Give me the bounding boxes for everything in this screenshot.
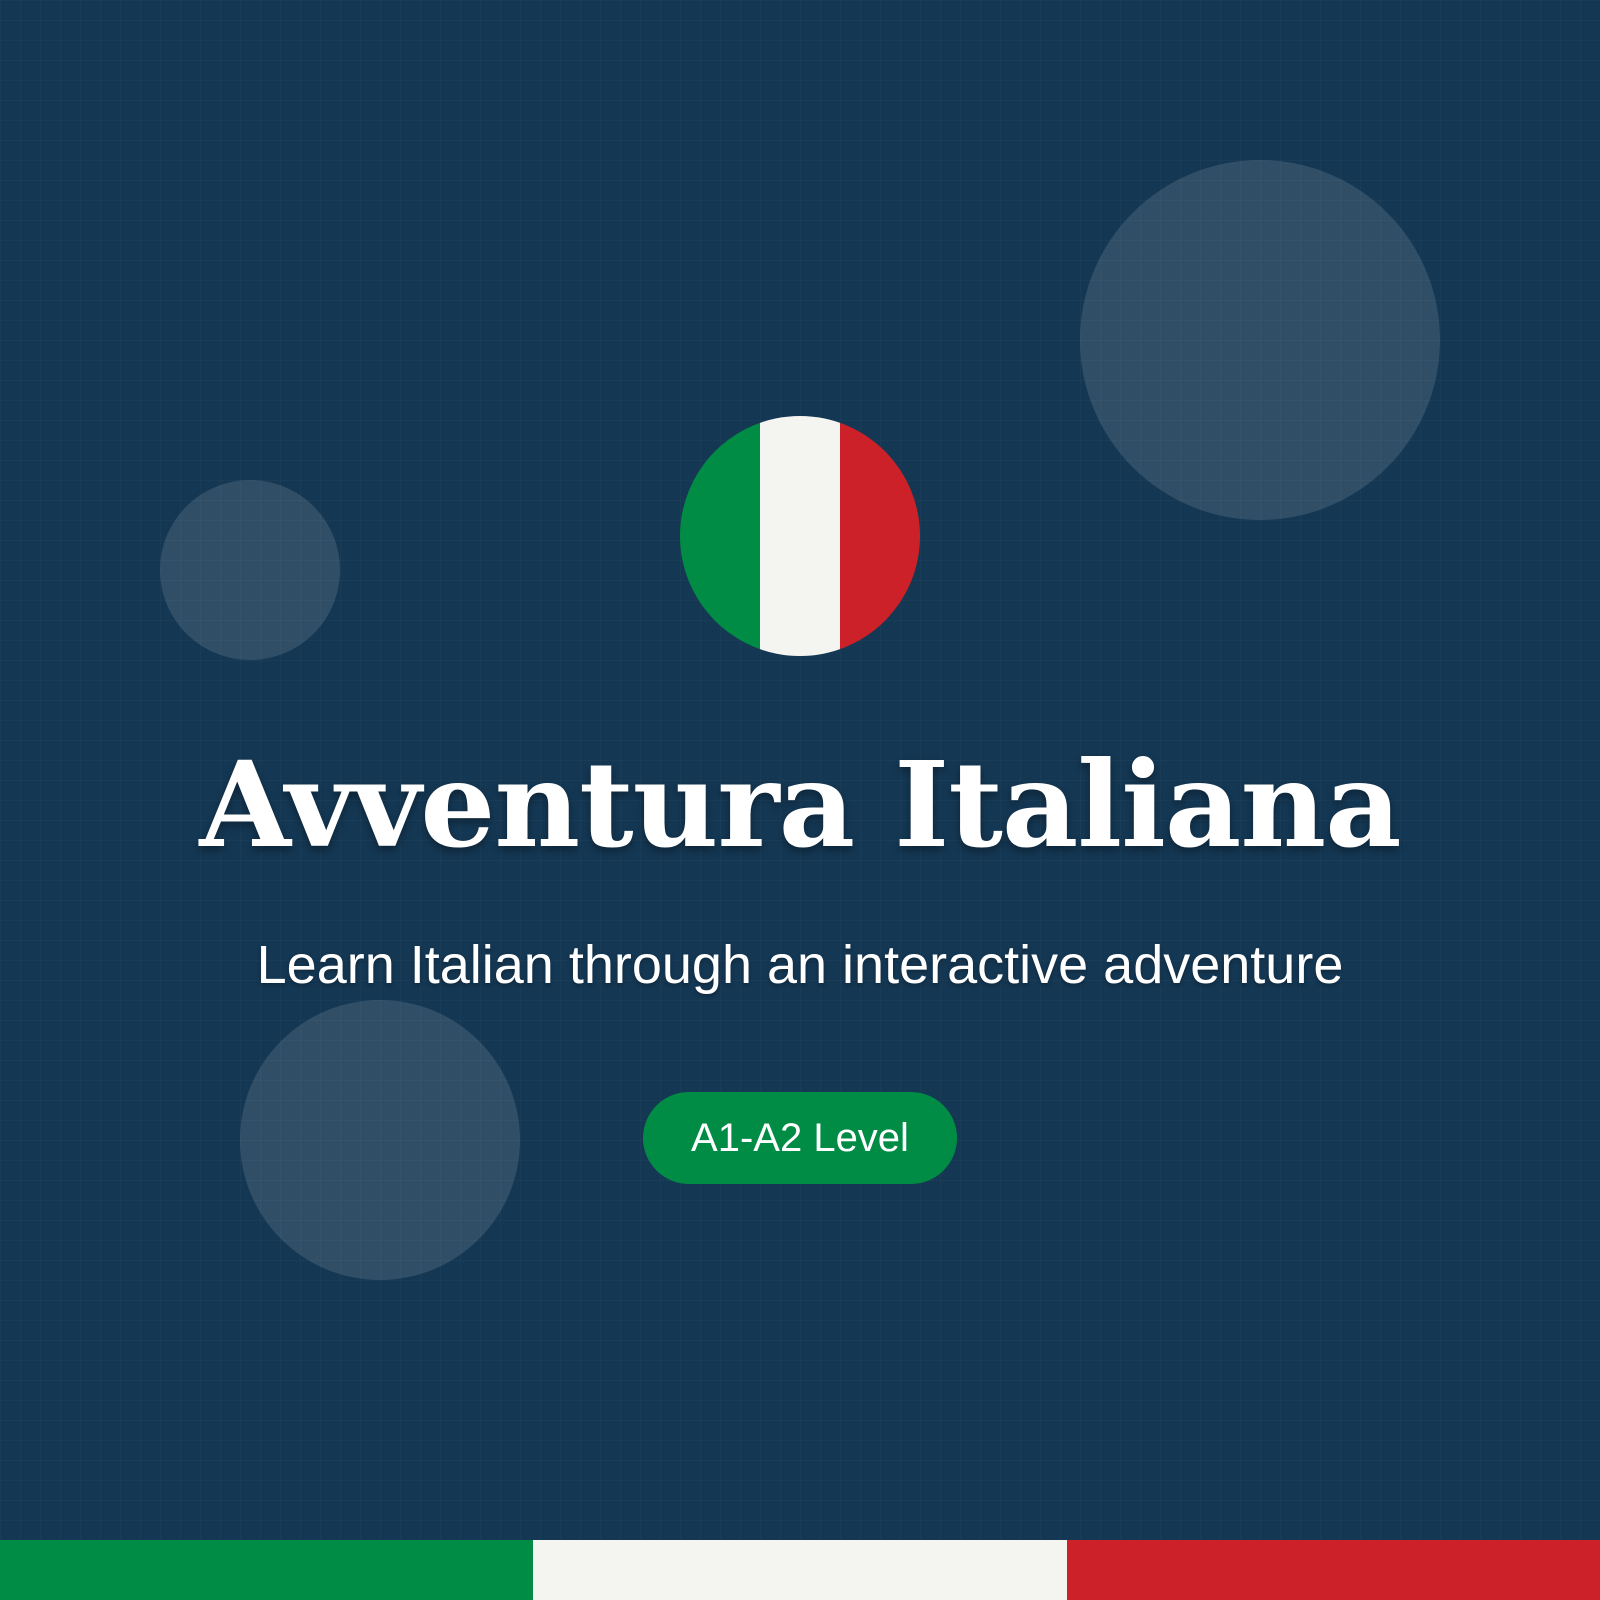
bottom-flag-bar (0, 1540, 1600, 1600)
level-badge: A1-A2 Level (643, 1092, 957, 1184)
decorative-circle-medium (240, 1000, 520, 1280)
italian-flag-icon (680, 416, 920, 656)
bar-stripe-green (0, 1540, 534, 1600)
flag-stripe-red (840, 416, 920, 656)
page-subtitle: Learn Italian through an interactive adv… (256, 935, 1344, 995)
page-title: Avventura Italiana (199, 735, 1401, 874)
decorative-circle-small (160, 480, 340, 660)
flag-stripe-green (680, 416, 760, 656)
bar-stripe-red (1066, 1540, 1600, 1600)
bar-stripe-white (533, 1540, 1067, 1600)
decorative-circle-large (1080, 160, 1440, 520)
flag-stripe-white (760, 416, 840, 656)
